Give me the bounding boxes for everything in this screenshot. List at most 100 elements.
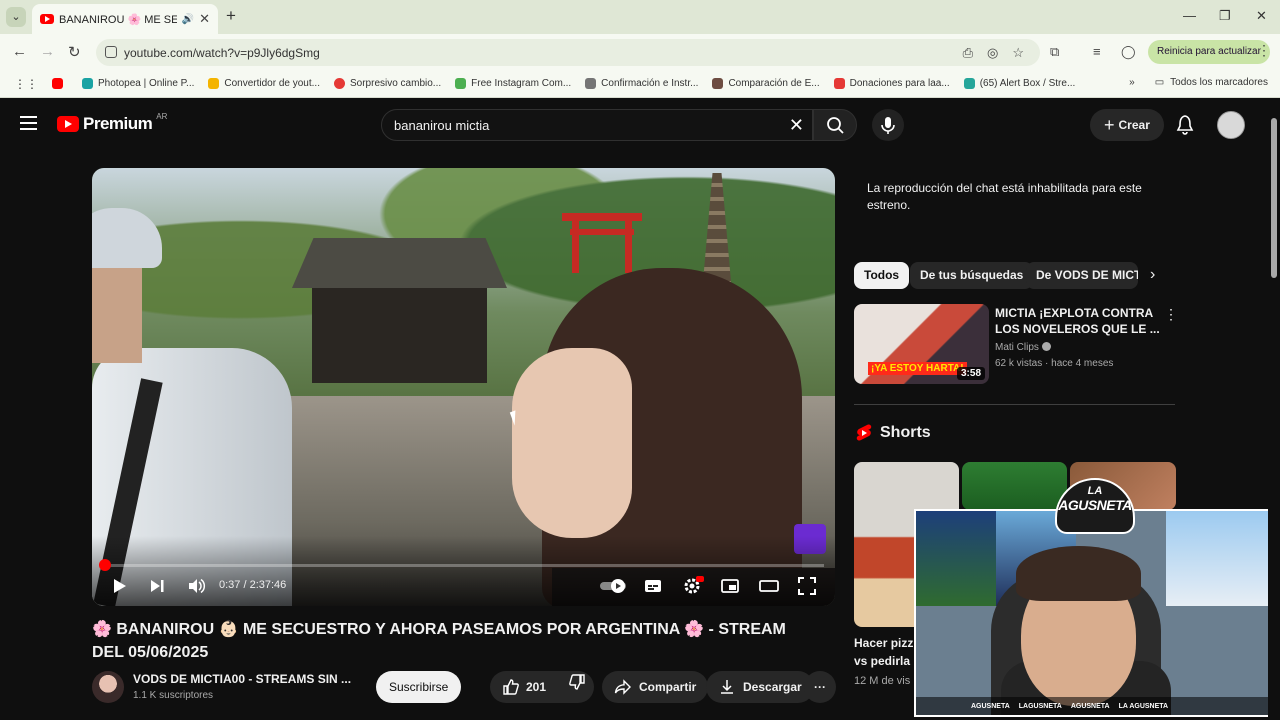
bookmark-item[interactable]: Free Instagram Com...: [455, 78, 571, 89]
autoplay-toggle[interactable]: [598, 576, 628, 596]
youtube-play-logo-icon: [57, 116, 79, 132]
back-arrow-icon[interactable]: ←: [12, 43, 27, 60]
bookmark-item[interactable]: Convertidor de yout...: [208, 78, 320, 89]
bookmark-item[interactable]: Comparación de E...: [712, 78, 820, 89]
install-app-icon[interactable]: ⎙: [963, 45, 973, 61]
create-button[interactable]: + Crear: [1090, 109, 1164, 141]
all-bookmarks-link[interactable]: Todos los marcadores: [1170, 77, 1268, 88]
more-bookmarks-icon[interactable]: »: [1129, 77, 1135, 88]
chip-from-channel[interactable]: De VODS DE MICTI: [1026, 262, 1138, 289]
kick-handle: AGUSNETA: [1070, 702, 1110, 710]
bookmark-star-icon[interactable]: ☆: [1012, 45, 1024, 61]
clear-search-icon[interactable]: ✕: [789, 115, 804, 136]
progress-scrubber[interactable]: [99, 559, 111, 571]
next-button[interactable]: [148, 576, 166, 596]
more-actions-button[interactable]: ···: [804, 671, 836, 703]
bookmark-item[interactable]: Donaciones para laa...: [833, 78, 950, 89]
update-browser-button[interactable]: Reinicia para actualizar: [1148, 40, 1270, 64]
bookmark-item[interactable]: Sorpresivo cambio...: [333, 78, 441, 89]
share-icon: [614, 679, 631, 695]
chat-disabled-notice: La reproducción del chat está inhabilita…: [867, 181, 1142, 212]
browser-menu-icon[interactable]: ⋮: [1257, 42, 1271, 59]
voice-search-button[interactable]: [872, 109, 904, 141]
reload-icon[interactable]: ↻: [68, 43, 81, 61]
theater-mode-button[interactable]: [758, 576, 780, 596]
bookmark-item[interactable]: Photopea | Online P...: [82, 78, 194, 89]
fullscreen-icon: [798, 577, 816, 595]
bookmark-item[interactable]: [52, 78, 68, 89]
miniplayer-button[interactable]: [720, 576, 740, 596]
progress-bar[interactable]: [104, 564, 824, 567]
account-avatar[interactable]: [1217, 111, 1245, 139]
scrollbar-thumb[interactable]: [1271, 118, 1277, 278]
site-info-icon[interactable]: [105, 46, 117, 58]
profile-icon[interactable]: ◯: [1121, 44, 1136, 60]
download-icon: [721, 680, 733, 694]
settings-button[interactable]: [682, 576, 704, 596]
new-tab-button[interactable]: +: [226, 6, 236, 26]
video-duration-badge: 3:58: [956, 367, 985, 380]
close-window-button[interactable]: ✕: [1256, 8, 1267, 24]
plus-icon: +: [1104, 115, 1115, 135]
play-button[interactable]: [110, 576, 128, 596]
bell-icon: [1176, 115, 1194, 135]
address-bar[interactable]: youtube.com/watch?v=p9Jly6dgSmg ⎙ ◎ ☆: [96, 39, 1040, 66]
download-label: Descargar: [743, 680, 802, 694]
volume-button[interactable]: [186, 576, 206, 596]
browser-tab-active[interactable]: BANANIROU 🌸 ME SE 🔊 ✕: [32, 4, 218, 34]
apps-grid-icon[interactable]: ⋮⋮: [14, 77, 38, 91]
audio-playing-icon[interactable]: 🔊: [182, 14, 194, 25]
bookmark-item[interactable]: (65) Alert Box / Stre...: [963, 78, 1075, 89]
search-input[interactable]: bananirou mictia ✕: [381, 109, 813, 141]
recommended-video-title[interactable]: MICTIA ¡EXPLOTA CONTRA LOS NOVELEROS QUE…: [995, 305, 1165, 337]
download-button[interactable]: Descargar: [706, 671, 814, 703]
minimize-window-button[interactable]: —: [1183, 8, 1196, 23]
shorts-heading: Shorts: [856, 424, 931, 442]
eye-off-icon[interactable]: ◎: [987, 45, 998, 61]
bookmark-favicon-icon: [455, 78, 467, 89]
recommended-video-thumbnail[interactable]: ¡YA ESTOY HARTA! 3:58: [854, 304, 989, 384]
bookmark-item[interactable]: Confirmación e Instr...: [585, 78, 698, 89]
thumbnail-caption: ¡YA ESTOY HARTA!: [868, 362, 967, 375]
like-button[interactable]: 201: [502, 671, 546, 703]
bookmark-favicon-icon: [712, 78, 724, 89]
forward-arrow-icon[interactable]: →: [40, 43, 55, 60]
chip-from-searches[interactable]: De tus búsquedas: [910, 262, 1034, 289]
chip-all[interactable]: Todos: [854, 262, 910, 289]
x-handle: LAGUSNETA: [1018, 702, 1062, 710]
media-controls-icon[interactable]: ≡: [1093, 44, 1101, 59]
more-vertical-icon[interactable]: ⋮: [1164, 306, 1178, 323]
youtube-premium-logo[interactable]: Premium AR: [57, 112, 167, 134]
search-button[interactable]: [813, 109, 857, 141]
verified-icon: [1041, 342, 1051, 351]
channel-name[interactable]: VODS DE MICTIA00 - STREAMS SIN ...: [133, 672, 351, 686]
close-tab-icon[interactable]: ✕: [199, 11, 210, 27]
dislike-button[interactable]: [568, 671, 586, 703]
page-scrollbar[interactable]: [1268, 100, 1280, 720]
recommended-video-meta: 62 k vistas · hace 4 meses: [995, 358, 1114, 369]
restore-window-button[interactable]: ❐: [1219, 8, 1231, 24]
streamer-logo: LA AGUSNETA: [1055, 478, 1135, 534]
fullscreen-button[interactable]: [797, 576, 817, 596]
share-button[interactable]: Compartir: [602, 671, 709, 703]
channel-avatar[interactable]: [92, 671, 124, 703]
bookmark-favicon-icon: [208, 78, 220, 89]
youtube-handle: LA AGUSNETA: [1118, 702, 1169, 710]
subscriber-count: 1.1 K suscriptores: [133, 690, 214, 701]
extensions-icon[interactable]: ⧉: [1050, 44, 1059, 60]
subtitles-button[interactable]: [643, 576, 663, 596]
webcam-poster: [1166, 511, 1276, 606]
menu-icon[interactable]: [20, 116, 37, 130]
notifications-button[interactable]: [1175, 114, 1195, 141]
tab-search-button[interactable]: ⌄: [6, 7, 26, 27]
recommended-channel[interactable]: Mati Clips: [995, 342, 1051, 353]
address-url: youtube.com/watch?v=p9Jly6dgSmg: [124, 45, 320, 60]
thumbs-up-icon: [503, 679, 519, 695]
microphone-icon: [881, 117, 895, 134]
logo-wordmark: Premium: [83, 114, 153, 133]
subscribe-button[interactable]: Suscribirse: [376, 671, 462, 703]
video-player[interactable]: 0:37 / 2:37:46: [92, 168, 835, 606]
short-title[interactable]: Hacer pizz vs pedirla: [854, 634, 913, 670]
short-thumbnail[interactable]: [962, 462, 1067, 510]
chevron-right-icon[interactable]: ›: [1150, 266, 1155, 284]
